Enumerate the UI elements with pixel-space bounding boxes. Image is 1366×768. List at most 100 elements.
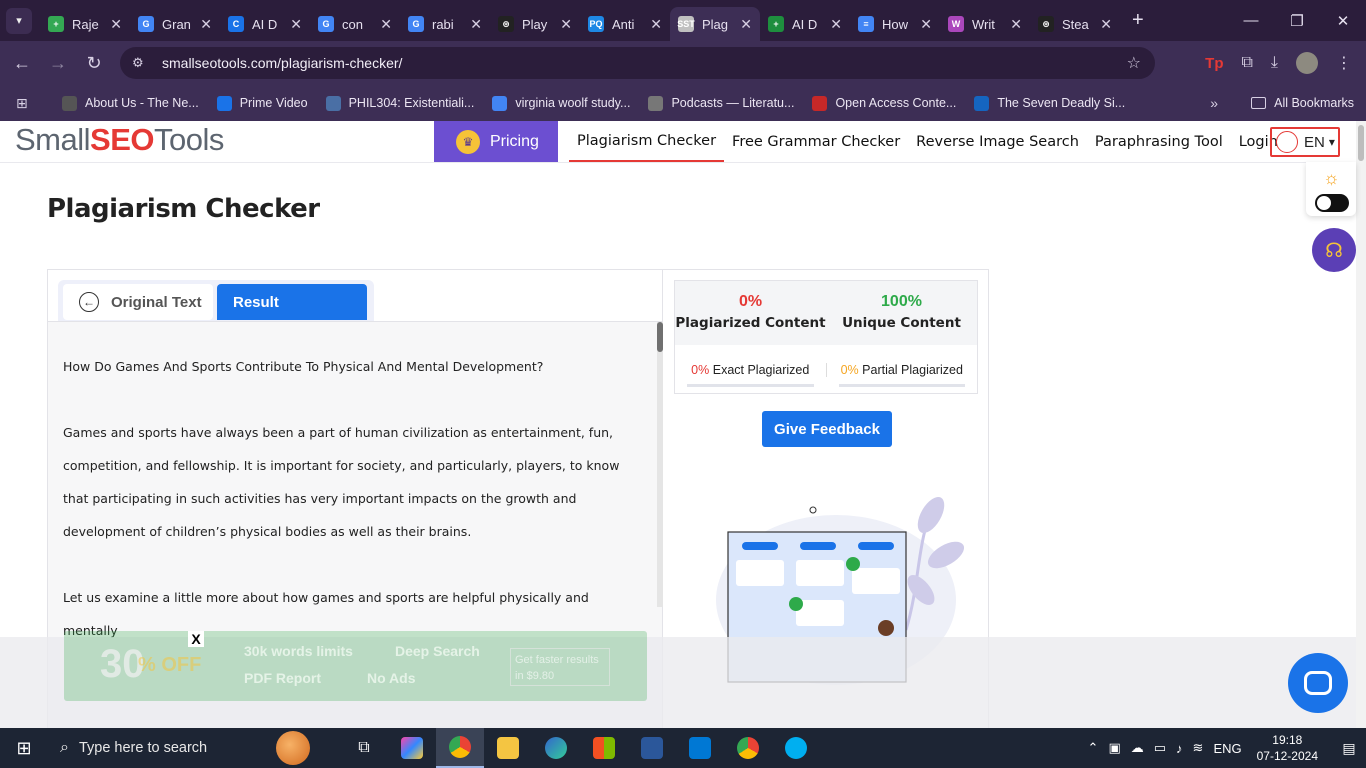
meet-icon[interactable]: ▣ xyxy=(1108,740,1120,756)
weather-widget-icon[interactable] xyxy=(276,731,310,765)
bookmark-item[interactable]: The Seven Deadly Si... xyxy=(974,95,1125,111)
tab-close-icon[interactable]: ✕ xyxy=(830,16,842,33)
profile-avatar[interactable] xyxy=(1296,52,1318,74)
language-selector[interactable]: EN ▾ xyxy=(1270,127,1340,157)
close-window-icon[interactable]: ✕ xyxy=(1320,12,1366,30)
illus-card xyxy=(736,560,784,586)
browser-tab[interactable]: Gcon ✕ xyxy=(310,7,400,41)
tab-title: AI D xyxy=(792,16,818,32)
nav-link[interactable]: Paraphrasing Tool xyxy=(1087,121,1231,162)
nav-link[interactable]: Free Grammar Checker xyxy=(724,121,908,162)
taskbar-search[interactable]: ⌕ Type here to search xyxy=(48,728,258,768)
bookmark-item[interactable]: Open Access Conte... xyxy=(812,95,956,111)
tab-close-icon[interactable]: ✕ xyxy=(1100,16,1112,33)
live-chat-button[interactable] xyxy=(1288,653,1348,713)
browser-tab[interactable]: PQ Anti ✕ xyxy=(580,7,670,41)
bookmark-list: About Us - The Ne... Prime Video PHIL304: … xyxy=(62,95,1143,111)
tab-close-icon[interactable]: ✕ xyxy=(110,16,122,33)
result-scrollbar[interactable] xyxy=(657,322,663,607)
tab-close-icon[interactable]: ✕ xyxy=(290,16,302,33)
onedrive-icon[interactable]: ☁ xyxy=(1131,740,1144,756)
tab-search-button[interactable]: ▾ xyxy=(6,7,32,34)
dark-mode-switch[interactable] xyxy=(1315,194,1349,212)
tab-result[interactable]: Result xyxy=(217,284,367,320)
windows-start-icon[interactable]: ⊞ xyxy=(0,738,48,759)
tab-close-icon[interactable]: ✕ xyxy=(380,16,392,33)
nav-link[interactable]: Plagiarism Checker xyxy=(569,121,725,162)
browser-tab[interactable]: + AI D ✕ xyxy=(760,7,850,41)
store-icon[interactable] xyxy=(580,728,628,768)
browser-tab[interactable]: SST Plag ✕ xyxy=(670,7,760,41)
browser-tab[interactable]: ⊛ Play ✕ xyxy=(490,7,580,41)
bookmark-item[interactable]: Prime Video xyxy=(216,95,308,111)
forward-icon[interactable]: → xyxy=(40,53,76,74)
show-hidden-icons-icon[interactable]: ⌃ xyxy=(1088,740,1099,756)
download-icon[interactable]: ⤓ xyxy=(1271,54,1278,72)
copilot-icon[interactable] xyxy=(388,728,436,768)
illus-header-bar xyxy=(800,542,836,550)
battery-icon[interactable]: ▭ xyxy=(1154,740,1166,756)
result-scroll-thumb[interactable] xyxy=(657,322,663,352)
tab-favicon-icon: G xyxy=(318,16,334,32)
tab-title: Play xyxy=(522,16,548,32)
site-info-icon[interactable]: ⚙ xyxy=(132,55,148,71)
volume-icon[interactable]: ♪ xyxy=(1176,741,1183,756)
tab-title: Writ xyxy=(972,16,995,32)
bookmark-item[interactable]: Podcasts — Literatu... xyxy=(648,95,794,111)
wifi-icon[interactable]: ≋ xyxy=(1193,740,1204,756)
clock[interactable]: 19:18 07-12-2024 xyxy=(1257,732,1318,764)
theme-toggle[interactable]: ☼ xyxy=(1306,162,1356,216)
tab-close-icon[interactable]: ✕ xyxy=(470,16,482,33)
new-tab-button[interactable]: + xyxy=(1132,9,1144,32)
notification-icon[interactable]: ▤ xyxy=(1332,740,1366,757)
skype-icon[interactable] xyxy=(772,728,820,768)
menu-icon[interactable]: ⋮ xyxy=(1336,53,1352,73)
nav-link[interactable]: Reverse Image Search xyxy=(908,121,1087,162)
back-icon[interactable]: ← xyxy=(4,53,40,74)
tab-close-icon[interactable]: ✕ xyxy=(650,16,662,33)
browser-tab[interactable]: W Writ ✕ xyxy=(940,7,1030,41)
tp-extension-icon[interactable]: Tp xyxy=(1205,55,1223,72)
bookmark-item[interactable]: About Us - The Ne... xyxy=(62,95,199,111)
tab-close-icon[interactable]: ✕ xyxy=(920,16,932,33)
restore-icon[interactable]: ❐ xyxy=(1274,12,1320,30)
give-feedback-button[interactable]: Give Feedback xyxy=(762,411,892,447)
bookmark-star-icon[interactable]: ☆ xyxy=(1127,53,1141,73)
promo-close-button[interactable]: X xyxy=(188,631,204,647)
bookmark-item[interactable]: virginia woolf study... xyxy=(492,95,630,111)
apps-grid-icon[interactable]: ⊞ xyxy=(16,95,44,112)
reload-icon[interactable]: ↻ xyxy=(76,53,112,74)
tab-original-text[interactable]: ← Original Text xyxy=(63,284,213,320)
tab-close-icon[interactable]: ✕ xyxy=(200,16,212,33)
browser-tab[interactable]: C AI D ✕ xyxy=(220,7,310,41)
more-bookmarks-icon[interactable]: » xyxy=(1210,95,1218,111)
task-view-icon[interactable]: ⧉ xyxy=(340,728,388,768)
browser-tab[interactable]: G Gran ✕ xyxy=(130,7,220,41)
language-indicator[interactable]: ENG xyxy=(1213,741,1241,756)
word-icon[interactable] xyxy=(628,728,676,768)
browser-tab[interactable]: + Raje ✕ xyxy=(40,7,130,41)
all-bookmarks[interactable]: All Bookmarks xyxy=(1251,96,1354,110)
pricing-button[interactable]: ♛ Pricing xyxy=(434,121,558,162)
browser-tab[interactable]: ≡ How ✕ xyxy=(850,7,940,41)
extensions-icon[interactable]: ⧉ xyxy=(1241,54,1252,72)
illus-dot xyxy=(809,506,817,514)
bookmark-item[interactable]: PHIL304: Existentiali... xyxy=(325,95,474,111)
browser-tab[interactable]: Grabi ✕ xyxy=(400,7,490,41)
chrome-taskbar-icon[interactable] xyxy=(436,728,484,768)
browser-tab[interactable]: ⊛ Stea ✕ xyxy=(1030,7,1120,41)
page-scroll-thumb[interactable] xyxy=(1358,125,1364,161)
tab-close-icon[interactable]: ✕ xyxy=(1010,16,1022,33)
minimize-icon[interactable]: — xyxy=(1228,12,1274,29)
tab-close-icon[interactable]: ✕ xyxy=(740,16,752,33)
tab-close-icon[interactable]: ✕ xyxy=(560,16,572,33)
promo-cta-button[interactable]: Get faster results in $9.80 xyxy=(510,648,610,686)
address-bar[interactable]: ⚙ smallseotools.com/plagiarism-checker/ … xyxy=(120,47,1155,79)
page-scrollbar[interactable] xyxy=(1356,121,1366,728)
file-explorer-icon[interactable] xyxy=(484,728,532,768)
site-logo[interactable]: SmallSEOTools xyxy=(15,121,224,159)
chrome-profile-icon[interactable] xyxy=(724,728,772,768)
outlook-icon[interactable] xyxy=(676,728,724,768)
support-headset-button[interactable]: ☊ xyxy=(1312,228,1356,272)
edge-icon[interactable] xyxy=(532,728,580,768)
